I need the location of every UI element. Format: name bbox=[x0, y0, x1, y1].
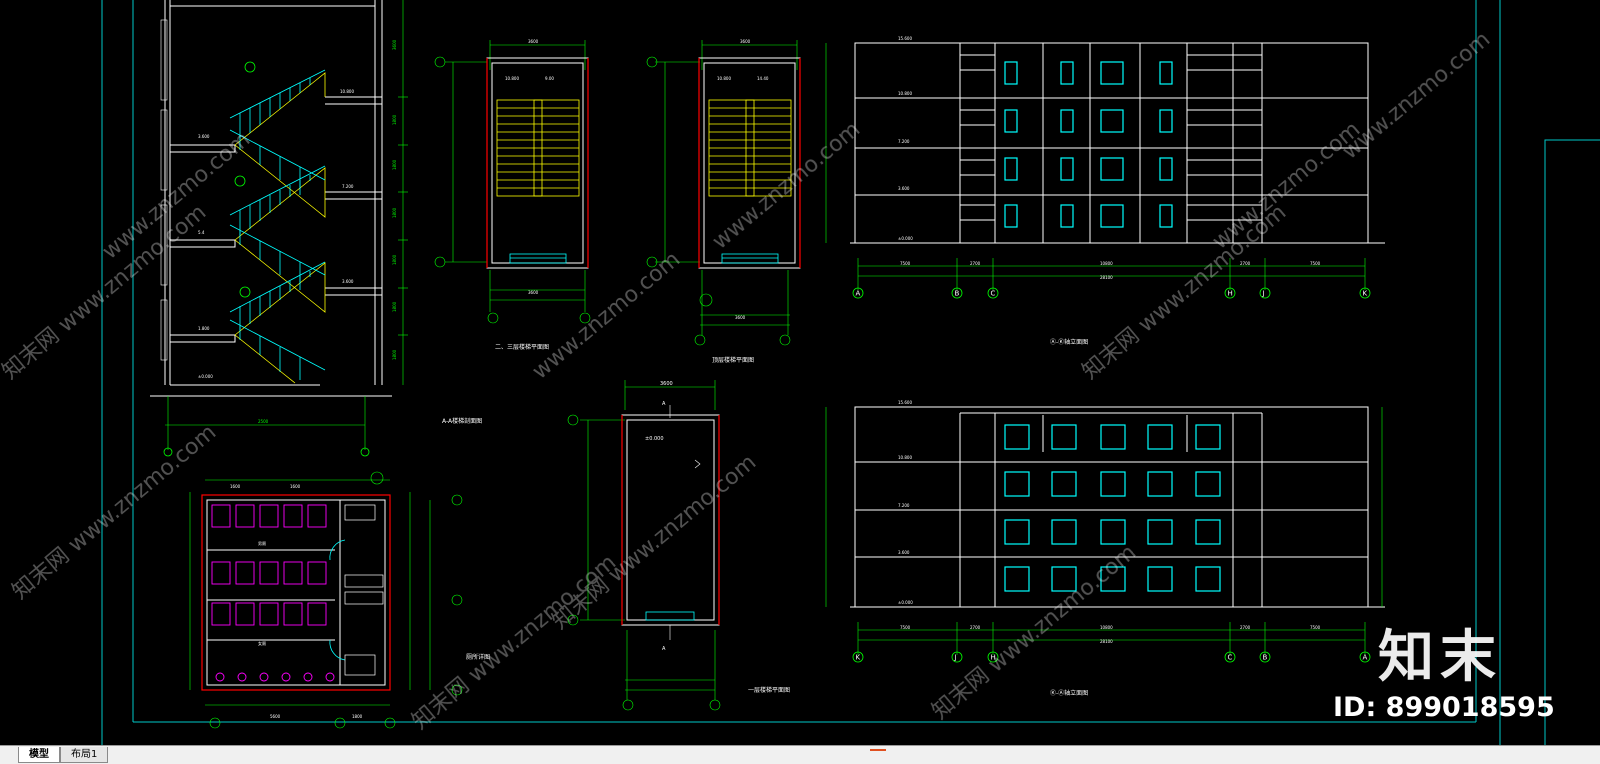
title-stair-section: A-A楼梯剖面图 bbox=[442, 418, 483, 425]
axis-label: C bbox=[1228, 654, 1233, 662]
svg-text:10800: 10800 bbox=[1100, 261, 1113, 266]
svg-text:14.40: 14.40 bbox=[757, 76, 769, 81]
watermark-text: 知末网 www.znzmo.com bbox=[0, 200, 211, 385]
svg-text:10.800: 10.800 bbox=[898, 91, 912, 96]
axis-label: J bbox=[1262, 290, 1265, 298]
svg-text:2700: 2700 bbox=[970, 261, 981, 266]
watermark-logo: 知末 bbox=[1378, 625, 1502, 690]
svg-text:7500: 7500 bbox=[1310, 625, 1321, 630]
tab-scroll-marker bbox=[870, 749, 886, 761]
svg-text:±0.000: ±0.000 bbox=[898, 236, 913, 241]
stair-plan-2-3: 10.800 9.00 3600 3600 bbox=[434, 39, 591, 324]
title-toilet-plan: 厕所详图 bbox=[466, 654, 491, 661]
title-elevation-k-a: Ⓚ-Ⓐ轴立面图 bbox=[1050, 690, 1089, 697]
title-stair-plan-23: 二、三层楼梯平面图 bbox=[495, 344, 550, 351]
svg-text:3600: 3600 bbox=[528, 290, 539, 295]
watermark-pattern: 知末网 www.znzmo.comwww.znzmo.com知末网 www.zn… bbox=[0, 27, 1495, 735]
svg-text:10.800: 10.800 bbox=[505, 76, 519, 81]
svg-text:1800: 1800 bbox=[352, 714, 363, 719]
title-elevation-a-k: Ⓐ-Ⓚ轴立面图 bbox=[1050, 339, 1089, 346]
svg-text:2500: 2500 bbox=[258, 419, 269, 424]
svg-text:9.00: 9.00 bbox=[545, 76, 554, 81]
svg-text:1800: 1800 bbox=[392, 207, 397, 218]
svg-text:1800: 1800 bbox=[392, 301, 397, 312]
svg-text:28100: 28100 bbox=[1100, 275, 1113, 280]
axis-label: J bbox=[954, 654, 957, 662]
title-stair-plan-1: 一层楼梯平面图 bbox=[748, 687, 791, 694]
svg-text:1800: 1800 bbox=[392, 159, 397, 170]
watermark-text: 知末网 www.znzmo.com bbox=[408, 550, 621, 735]
axis-label: B bbox=[955, 290, 960, 298]
svg-text:10.800: 10.800 bbox=[898, 455, 912, 460]
svg-text:1600: 1600 bbox=[230, 484, 241, 489]
svg-text:15.600: 15.600 bbox=[898, 400, 912, 405]
svg-text:2700: 2700 bbox=[970, 625, 981, 630]
watermark-id: ID: 899018595 bbox=[1333, 692, 1555, 723]
drawing-frame bbox=[101, 0, 1600, 745]
svg-text:1800: 1800 bbox=[392, 114, 397, 125]
svg-text:A: A bbox=[662, 646, 666, 652]
elev2-axis-bubbles: KJHCBA bbox=[852, 651, 1371, 663]
tab-layout-1[interactable]: 布局1 bbox=[60, 747, 109, 763]
svg-text:7500: 7500 bbox=[1310, 261, 1321, 266]
watermark-text: 知末网 www.znzmo.com bbox=[8, 420, 221, 605]
svg-text:5.4: 5.4 bbox=[198, 230, 205, 235]
svg-text:3600: 3600 bbox=[528, 39, 539, 44]
svg-text:10800: 10800 bbox=[1100, 625, 1113, 630]
svg-text:1600: 1600 bbox=[290, 484, 301, 489]
svg-text:3600: 3600 bbox=[740, 39, 751, 44]
axis-label: K bbox=[1363, 290, 1368, 298]
svg-text:男厕: 男厕 bbox=[258, 540, 266, 546]
svg-text:3600: 3600 bbox=[392, 39, 397, 50]
svg-text:7.200: 7.200 bbox=[898, 139, 910, 144]
svg-text:15.600: 15.600 bbox=[898, 36, 912, 41]
watermark-text: www.znzmo.com bbox=[1208, 117, 1365, 255]
svg-text:3.600: 3.600 bbox=[342, 279, 354, 284]
svg-text:1800: 1800 bbox=[392, 349, 397, 360]
svg-text:10.800: 10.800 bbox=[717, 76, 731, 81]
svg-text:7.200: 7.200 bbox=[898, 503, 910, 508]
svg-text:7500: 7500 bbox=[900, 625, 911, 630]
axis-label: A bbox=[1363, 654, 1368, 662]
layout-tab-bar: 模型 布局1 bbox=[0, 745, 1600, 764]
svg-text:A: A bbox=[662, 401, 666, 407]
elev1-axis-bubbles: ABCHJK bbox=[852, 287, 1371, 299]
toilet-plan: 男厕女厕 1600 1600 5600 1800 bbox=[189, 471, 463, 729]
axis-label: H bbox=[1228, 290, 1233, 298]
svg-text:±0.000: ±0.000 bbox=[898, 600, 913, 605]
svg-text:3600: 3600 bbox=[660, 381, 673, 387]
svg-text:2700: 2700 bbox=[1240, 261, 1251, 266]
tab-model[interactable]: 模型 bbox=[18, 747, 60, 763]
svg-text:3.600: 3.600 bbox=[898, 186, 910, 191]
watermark-text: www.znzmo.com bbox=[1338, 27, 1495, 165]
cad-drawing-canvas[interactable]: 3600 1800 1800 1800 1800 1800 1800 2500 … bbox=[0, 0, 1600, 745]
axis-label: K bbox=[856, 654, 861, 662]
watermark-text: www.znzmo.com bbox=[708, 117, 865, 255]
svg-text:1.800: 1.800 bbox=[198, 326, 210, 331]
svg-text:5600: 5600 bbox=[270, 714, 281, 719]
svg-text:2700: 2700 bbox=[1240, 625, 1251, 630]
svg-text:女厕: 女厕 bbox=[258, 640, 266, 646]
axis-label: A bbox=[856, 290, 861, 298]
watermark-text: 知末网 www.znzmo.com bbox=[1078, 200, 1291, 385]
title-stair-plan-top: 顶层楼梯平面图 bbox=[712, 357, 755, 364]
svg-text:7.200: 7.200 bbox=[342, 184, 354, 189]
svg-text:±0.000: ±0.000 bbox=[645, 436, 664, 442]
svg-text:±0.000: ±0.000 bbox=[198, 374, 213, 379]
svg-text:7500: 7500 bbox=[900, 261, 911, 266]
svg-text:3.600: 3.600 bbox=[898, 550, 910, 555]
svg-text:10.800: 10.800 bbox=[340, 89, 354, 94]
axis-label: B bbox=[1263, 654, 1268, 662]
svg-text:3.600: 3.600 bbox=[198, 134, 210, 139]
elevation-k-a: 15.60010.800 7.2003.600 ±0.000 7500 2700 … bbox=[825, 400, 1385, 663]
svg-text:3600: 3600 bbox=[735, 315, 746, 320]
svg-text:1800: 1800 bbox=[392, 254, 397, 265]
watermark-text: 知末网 www.znzmo.com bbox=[548, 450, 761, 635]
axis-label: C bbox=[991, 290, 996, 298]
svg-text:28100: 28100 bbox=[1100, 639, 1113, 644]
